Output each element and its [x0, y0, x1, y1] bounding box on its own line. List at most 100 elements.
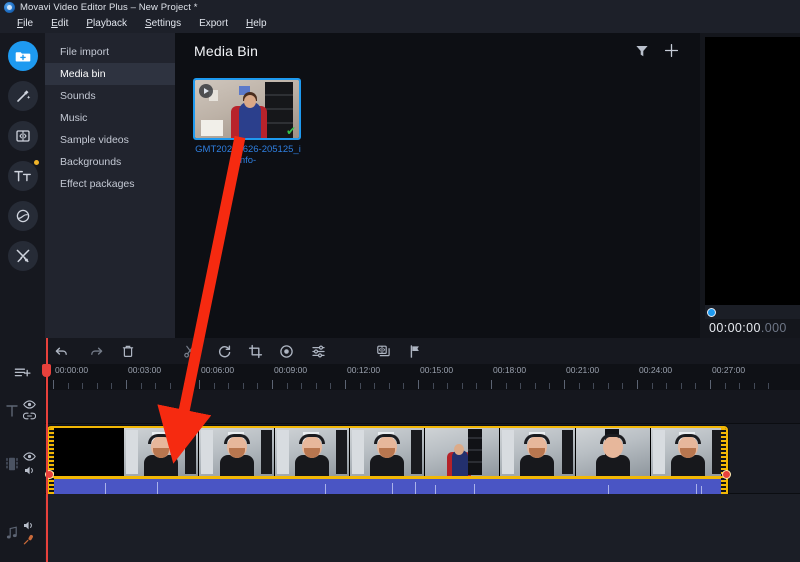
ruler-minor-tick: [476, 383, 478, 389]
sidebar-item-tools[interactable]: [8, 241, 38, 271]
eye-visibility-icon[interactable]: [23, 452, 36, 461]
sidebar-item-effect-packages[interactable]: Effect packages: [45, 173, 175, 195]
ruler-minor-tick: [666, 383, 668, 389]
import-files-icon: [15, 48, 31, 64]
redo-icon: [91, 347, 103, 355]
sidebar-item-filters[interactable]: [8, 201, 38, 231]
category-list-panel: File import Media bin Sounds Music Sampl…: [45, 33, 175, 338]
movavi-app-window: Movavi Video Editor Plus – New Project *…: [0, 0, 800, 562]
crop-button[interactable]: [246, 342, 265, 361]
ruler-tick-label: 00:03:00: [128, 365, 162, 375]
clip-thumbnail-frame: [274, 428, 350, 476]
timeline-ruler[interactable]: 00:00:00 00:03:00 00:06:00 00:09:00 00:12:00…: [45, 364, 800, 390]
media-filter-button[interactable]: [633, 44, 651, 62]
properties-button[interactable]: [309, 342, 328, 361]
preview-scrub-bar[interactable]: [705, 305, 800, 319]
menu-edit[interactable]: Edit: [42, 15, 77, 33]
upper-workspace: File import Media bin Sounds Music Sampl…: [0, 33, 800, 338]
ruler-tick-label: 00:09:00: [274, 365, 308, 375]
sidebar-item-transitions[interactable]: [8, 121, 38, 151]
sidebar-item-sample-videos[interactable]: Sample videos: [45, 129, 175, 151]
ruler-major-tick: [564, 380, 565, 389]
speaker-volume-icon[interactable]: [23, 520, 35, 531]
ruler-tick-label: 00:12:00: [347, 365, 381, 375]
cut-split-button[interactable]: [180, 342, 199, 361]
add-media-button[interactable]: [662, 43, 680, 62]
preview-panel: 00:00:00.000: [700, 33, 800, 338]
sidebar-item-titles[interactable]: [8, 160, 39, 191]
playhead-handle[interactable]: [42, 364, 51, 377]
ruler-minor-tick: [695, 383, 697, 389]
preview-scrub-handle[interactable]: [707, 308, 716, 317]
clip-handle-right[interactable]: [722, 470, 731, 479]
lane-audio-track[interactable]: [45, 494, 800, 562]
lane-title-track[interactable]: [45, 390, 800, 424]
sidebar-item-sounds[interactable]: Sounds: [45, 85, 175, 107]
transitions-icon: [15, 128, 31, 144]
rotate-icon: [219, 345, 231, 358]
list-item[interactable]: ✔ GMT20200626-205125_info-: [193, 78, 303, 166]
ruler-minor-tick: [374, 383, 376, 389]
microphone-icon[interactable]: [23, 534, 35, 545]
menu-settings[interactable]: Settings: [136, 15, 190, 33]
music-note-icon: [6, 525, 18, 540]
menu-playback[interactable]: Playback: [77, 15, 136, 33]
ruler-minor-tick: [213, 383, 215, 389]
ruler-tick-label: 00:27:00: [712, 365, 746, 375]
ruler-minor-tick: [82, 383, 84, 389]
ruler-minor-tick: [724, 383, 726, 389]
sidebar-item-music[interactable]: Music: [45, 107, 175, 129]
redo-button[interactable]: [87, 342, 106, 361]
undo-button[interactable]: [52, 342, 71, 361]
ruler-minor-tick: [461, 383, 463, 389]
ruler-minor-tick: [593, 383, 595, 389]
media-bin-header: Media Bin: [175, 33, 700, 71]
media-thumbnail[interactable]: ✔: [193, 78, 301, 140]
clip-thumbnail-frame: [199, 428, 275, 476]
menu-bar: File Edit Playback Settings Export Help: [0, 15, 800, 33]
timeline-toolbar: [0, 338, 800, 364]
ruler-minor-tick: [111, 383, 113, 389]
sidebar-item-magic-wand[interactable]: [8, 81, 38, 111]
overlay-clip-button[interactable]: [374, 342, 393, 361]
color-adjust-button[interactable]: [277, 342, 296, 361]
timeline-tracks: [45, 390, 800, 562]
menu-file[interactable]: File: [8, 15, 42, 33]
sidebar-rail: [0, 33, 45, 338]
media-used-check-icon: ✔: [285, 124, 296, 138]
menu-help[interactable]: Help: [237, 15, 276, 33]
filter-funnel-icon: [635, 44, 649, 63]
timecode-main: 00:00:00: [709, 321, 761, 335]
sidebar-item-import-files[interactable]: [8, 41, 38, 71]
ruler-tick-label: 00:18:00: [493, 365, 527, 375]
window-title: Movavi Video Editor Plus – New Project *: [20, 2, 198, 13]
video-preview-stage[interactable]: [705, 37, 800, 305]
marker-flag-button[interactable]: [405, 342, 424, 361]
title-bar: Movavi Video Editor Plus – New Project *: [0, 0, 800, 15]
sidebar-item-media-bin[interactable]: Media bin: [45, 63, 175, 85]
ruler-minor-tick: [505, 383, 507, 389]
eye-visibility-icon[interactable]: [23, 400, 36, 409]
ruler-major-tick: [710, 380, 711, 389]
ruler-minor-tick: [359, 383, 361, 389]
clip-thumbnail-frame: [49, 428, 125, 476]
magic-wand-icon: [15, 88, 31, 104]
play-icon: [199, 84, 213, 98]
menu-export[interactable]: Export: [190, 15, 237, 33]
sidebar-item-file-import[interactable]: File import: [45, 41, 175, 63]
sliders-icon: [312, 345, 325, 358]
clip-thumbnail-frame: [425, 428, 501, 476]
sidebar-item-backgrounds[interactable]: Backgrounds: [45, 151, 175, 173]
ruler-tick-label: 00:00:00: [55, 365, 89, 375]
rotate-button[interactable]: [215, 342, 234, 361]
ruler-minor-tick: [549, 383, 551, 389]
ruler-major-tick: [126, 380, 127, 389]
speaker-volume-icon[interactable]: [23, 465, 36, 476]
media-bin-panel: Media Bin ✔ GMT20200626-205125_info-: [175, 33, 700, 338]
ruler-tick-label: 00:06:00: [201, 365, 235, 375]
ruler-minor-tick: [651, 383, 653, 389]
undo-icon: [55, 347, 67, 355]
lane-video-track[interactable]: [45, 424, 800, 522]
delete-button[interactable]: [118, 342, 137, 361]
link-icon[interactable]: [23, 412, 36, 420]
